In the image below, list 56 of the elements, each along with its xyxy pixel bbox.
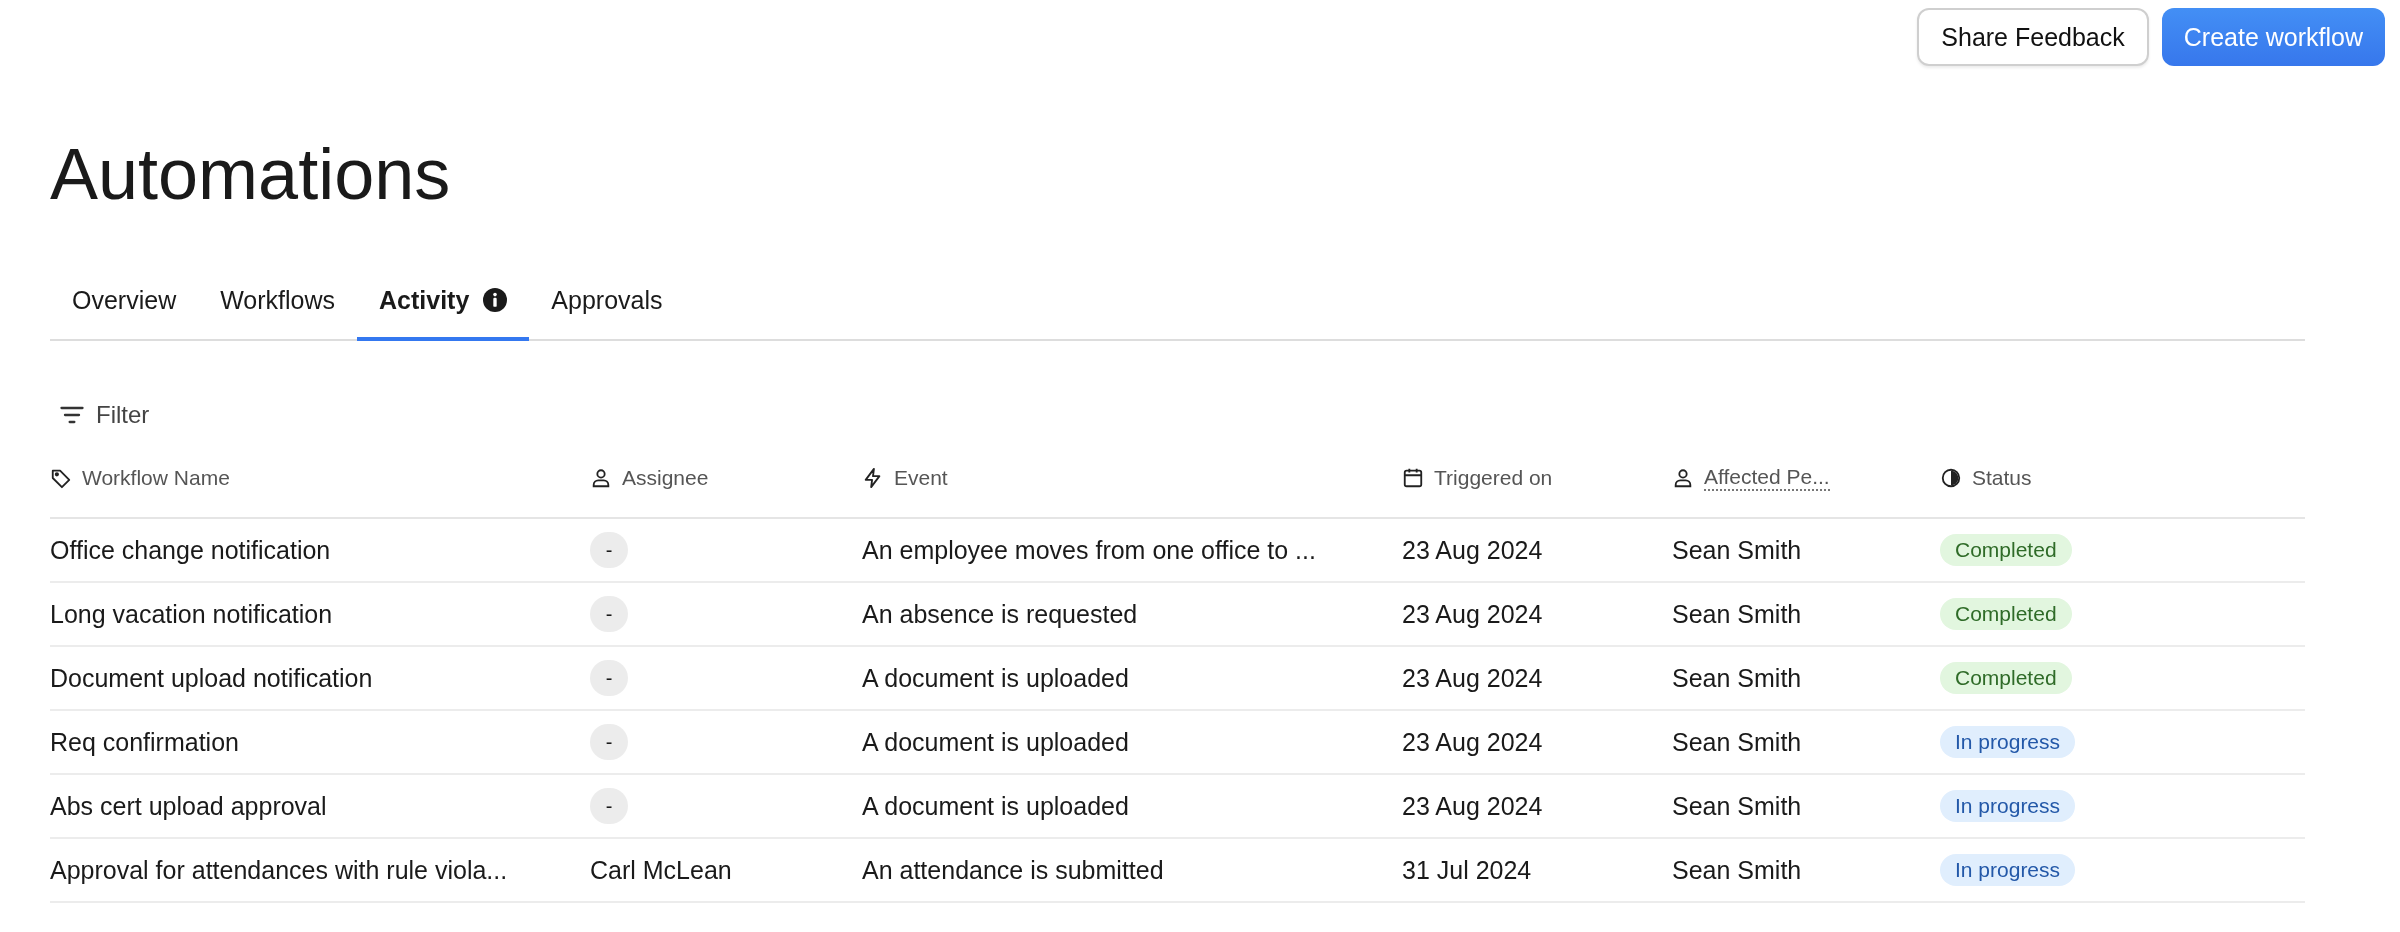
tab[interactable]: Workflows xyxy=(198,261,358,341)
workflow-name: Abs cert upload approval xyxy=(50,791,327,820)
create-button[interactable]: Create workflow xyxy=(2161,8,2385,66)
empty-assignee-chip: - xyxy=(590,596,628,632)
person-name: Sean Smith xyxy=(1672,855,1802,884)
person-name: Sean Smith xyxy=(1672,599,1802,628)
workflow-name: Long vacation notification xyxy=(50,599,333,628)
empty-assignee-chip: - xyxy=(590,532,628,568)
date-text: 23 Aug 2024 xyxy=(1402,791,1543,820)
empty-assignee-chip: - xyxy=(590,724,628,760)
column-header[interactable]: Event xyxy=(894,466,948,490)
date-text: 23 Aug 2024 xyxy=(1402,727,1543,756)
person-icon xyxy=(590,467,612,489)
column-header[interactable]: Triggered on xyxy=(1434,466,1553,490)
status-badge: Completed xyxy=(1940,598,2072,630)
tag-icon xyxy=(50,467,72,489)
tab[interactable]: Approvals xyxy=(529,261,685,341)
status-badge: Completed xyxy=(1940,662,2072,694)
workflow-name: Document upload notification xyxy=(50,663,373,692)
date-text: 23 Aug 2024 xyxy=(1402,663,1543,692)
half-circle-icon xyxy=(1940,467,1962,489)
event-text: An employee moves from one office to ... xyxy=(862,535,1316,564)
status-badge: In progress xyxy=(1940,854,2076,886)
info-icon[interactable] xyxy=(483,288,508,312)
column-header[interactable]: Workflow Name xyxy=(82,466,230,490)
tab[interactable]: Activity xyxy=(357,261,530,341)
person-name: Sean Smith xyxy=(1672,791,1802,820)
workflow-name: Office change notification xyxy=(50,535,331,564)
assignee-name: Carl McLean xyxy=(590,855,732,884)
column-header[interactable]: Assignee xyxy=(622,466,709,490)
filter-button[interactable]: Filter xyxy=(50,391,158,439)
event-text: An absence is requested xyxy=(862,599,1138,628)
event-text: An attendance is submitted xyxy=(862,855,1164,884)
column-header[interactable]: Status xyxy=(1972,466,2032,490)
date-text: 31 Jul 2024 xyxy=(1402,855,1532,884)
person-name: Sean Smith xyxy=(1672,535,1802,564)
empty-assignee-chip: - xyxy=(590,788,628,824)
person-name: Sean Smith xyxy=(1672,663,1802,692)
event-text: A document is uploaded xyxy=(862,791,1129,820)
event-text: A document is uploaded xyxy=(862,663,1129,692)
tab[interactable]: Overview xyxy=(50,261,199,341)
status-badge: In progress xyxy=(1940,726,2076,758)
empty-assignee-chip: - xyxy=(590,660,628,696)
column-header[interactable]: Affected Pe... xyxy=(1704,465,1830,491)
date-text: 23 Aug 2024 xyxy=(1402,535,1543,564)
calendar-icon xyxy=(1402,467,1424,489)
person-icon xyxy=(1672,467,1694,489)
status-badge: Completed xyxy=(1940,534,2072,566)
date-text: 23 Aug 2024 xyxy=(1402,599,1543,628)
page-title: Automations xyxy=(50,133,452,216)
event-text: A document is uploaded xyxy=(862,727,1129,756)
feedback-button[interactable]: Share Feedback xyxy=(1917,8,2149,66)
status-badge: In progress xyxy=(1940,790,2076,822)
workflow-name: Req confirmation xyxy=(50,727,239,756)
workflow-name: Approval for attendances with rule viola... xyxy=(50,855,508,884)
person-name: Sean Smith xyxy=(1672,727,1802,756)
